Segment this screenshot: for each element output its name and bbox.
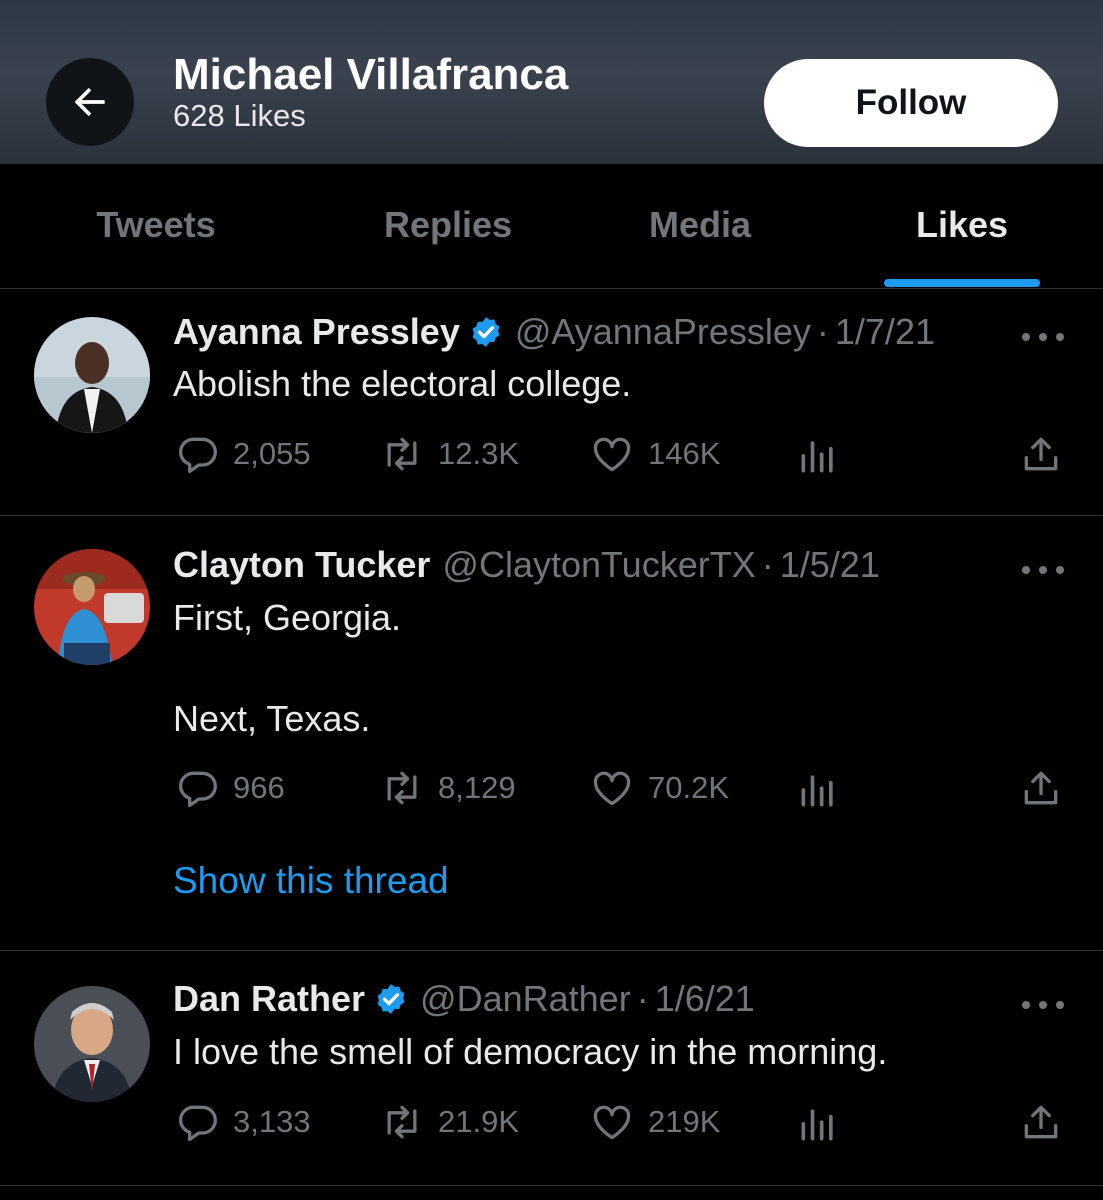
avatar[interactable] [34,986,150,1102]
reply-count: 3,133 [233,1104,311,1139]
separator: · [816,311,829,352]
reply-icon [179,437,217,474]
tweet-text: I love the smell of democracy in the mor… [173,1031,888,1072]
like-button[interactable]: 146K [590,432,720,476]
author-handle[interactable]: @DanRather [420,978,631,1020]
more-icon[interactable] [1022,995,1064,1015]
author-name[interactable]: Clayton Tucker [173,544,430,586]
tweet-text: Next, Texas. [173,698,371,739]
tweet-text: First, Georgia. [173,597,402,638]
tweet-text: Abolish the electoral college. [173,363,632,404]
retweet-icon [387,1105,417,1139]
share-icon[interactable] [1019,766,1063,810]
share-icon[interactable] [1019,432,1063,476]
share-icon[interactable] [1019,1100,1063,1144]
avatar-image [34,317,150,433]
retweet-count: 8,129 [438,770,516,805]
like-button[interactable]: 70.2K [590,766,729,810]
show-thread-link[interactable]: Show this thread [173,860,449,902]
reply-count: 2,055 [233,436,311,471]
tweet-date[interactable]: 1/7/21 [835,311,935,353]
retweet-button[interactable]: 12.3K [380,432,519,476]
like-icon [593,437,631,472]
retweet-count: 12.3K [438,436,520,471]
tab-likes[interactable]: Likes [916,204,1008,246]
like-icon [593,771,631,806]
reply-icon [179,1105,217,1142]
verified-badge-icon [472,317,500,347]
more-icon[interactable] [1022,327,1064,347]
profile-header: Michael Villafranca 628 Likes Follow [0,0,1103,164]
avatar[interactable] [34,317,150,433]
tweet-header: Dan Rather @DanRather · 1/6/21 [173,978,755,1020]
avatar-image [34,986,150,1102]
views-icon[interactable] [796,1102,840,1146]
separator: · [636,978,649,1019]
reply-icon [179,771,217,808]
like-icon [593,1105,631,1140]
follow-button[interactable]: Follow [764,59,1058,147]
profile-tabs: Tweets Replies Media Likes [0,164,1103,289]
back-arrow-icon [74,87,105,117]
tweet-header: Clayton Tucker @ClaytonTuckerTX · 1/5/21 [173,544,880,586]
likes-count: 628 Likes [173,98,306,133]
tab-tweets[interactable]: Tweets [96,204,215,246]
retweet-button[interactable]: 21.9K [380,1100,519,1144]
like-count: 70.2K [648,770,730,805]
avatar[interactable] [34,549,150,665]
tweet-date[interactable]: 1/6/21 [655,978,755,1020]
profile-name: Michael Villafranca [173,50,569,99]
author-name[interactable]: Ayanna Pressley [173,311,460,353]
like-count: 146K [648,436,721,471]
more-icon[interactable] [1022,560,1064,580]
views-icon[interactable] [796,768,840,812]
author-name[interactable]: Dan Rather [173,978,365,1020]
back-button[interactable] [46,58,134,146]
reply-button[interactable]: 966 [175,766,285,810]
retweet-count: 21.9K [438,1104,520,1139]
avatar-image [34,549,150,665]
separator: · [761,544,774,585]
author-handle[interactable]: @ClaytonTuckerTX [442,544,755,586]
tab-replies[interactable]: Replies [384,204,512,246]
reply-button[interactable]: 3,133 [175,1100,311,1144]
retweet-icon [387,771,417,805]
verified-badge-icon [377,984,405,1014]
tab-media[interactable]: Media [649,204,751,246]
tweet[interactable]: Clayton Tucker @ClaytonTuckerTX · 1/5/21… [0,515,1103,951]
like-button[interactable]: 219K [590,1100,720,1144]
active-tab-indicator [884,279,1040,287]
retweet-button[interactable]: 8,129 [380,766,516,810]
views-icon[interactable] [796,434,840,478]
reply-count: 966 [233,770,285,805]
tweet-header: Ayanna Pressley @AyannaPressley · 1/7/21 [173,311,935,353]
tweet[interactable]: Dan Rather @DanRather · 1/6/21 I love th… [0,950,1103,1186]
author-handle[interactable]: @AyannaPressley [515,311,811,353]
reply-button[interactable]: 2,055 [175,432,311,476]
tweet[interactable]: Ayanna Pressley @AyannaPressley · 1/7/21… [0,289,1103,516]
tweet-date[interactable]: 1/5/21 [780,544,880,586]
like-count: 219K [648,1104,721,1139]
retweet-icon [387,437,417,471]
